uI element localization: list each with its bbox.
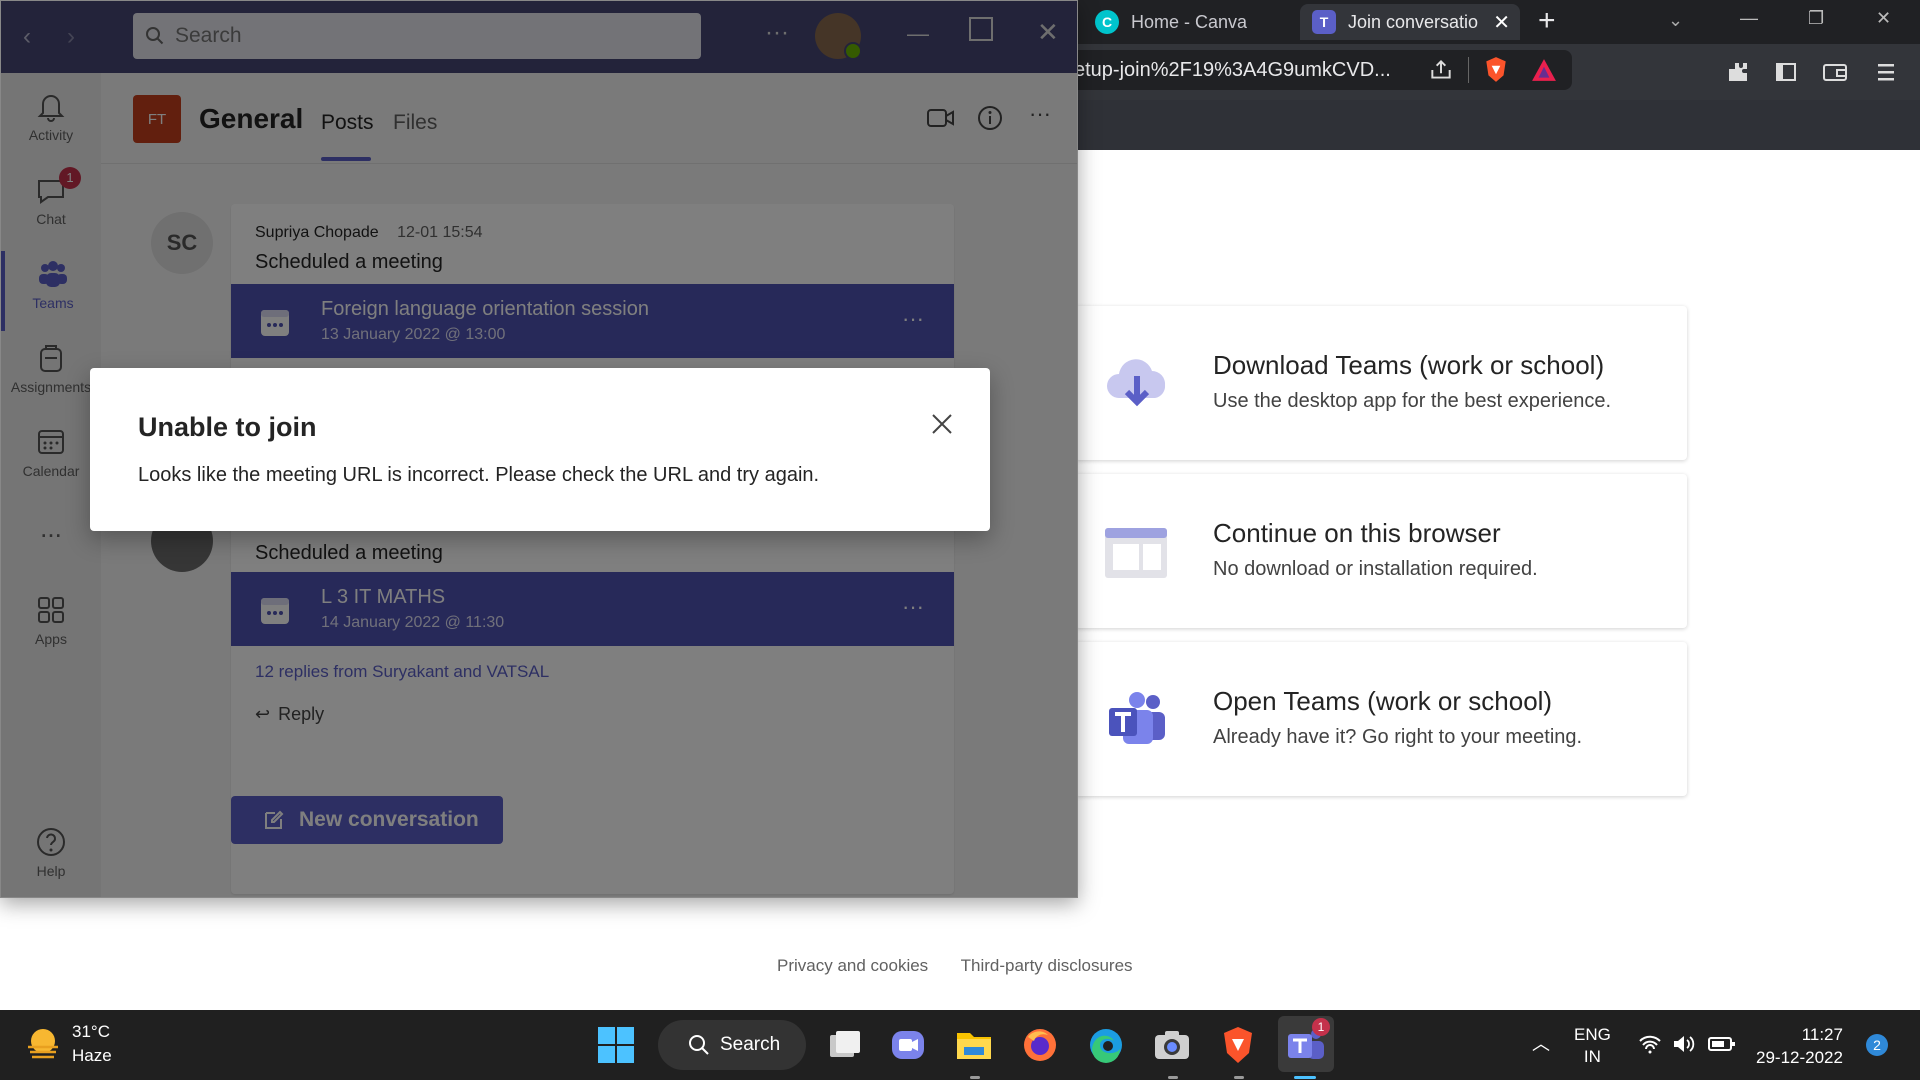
close-icon[interactable]: ✕ bbox=[1876, 8, 1891, 29]
url-text[interactable]: etup-join%2F19%3A4G9umkCVD... bbox=[1070, 59, 1414, 82]
clock[interactable]: 11:27 29-12-2022 bbox=[1756, 1023, 1843, 1069]
minimize-icon[interactable]: — bbox=[1740, 8, 1758, 29]
sidebar-icon[interactable] bbox=[1774, 60, 1798, 84]
language-indicator[interactable]: ENG IN bbox=[1574, 1024, 1611, 1068]
tab-title: Join conversatio bbox=[1348, 11, 1479, 32]
taskbar-search[interactable]: Search bbox=[658, 1020, 806, 1070]
tray-overflow-chevron-icon[interactable]: ︿ bbox=[1532, 1030, 1550, 1056]
taskbar-search-label: Search bbox=[720, 1034, 781, 1055]
teams-badge: 1 bbox=[1312, 1018, 1330, 1036]
wifi-icon[interactable] bbox=[1638, 1034, 1662, 1054]
taskbar: 31°C Haze Search 1 ︿ ENG IN 11:27 29-12-… bbox=[0, 1010, 1920, 1080]
edge-icon[interactable] bbox=[1086, 1025, 1126, 1065]
menu-icon[interactable] bbox=[1876, 60, 1896, 84]
card-subtitle: Use the desktop app for the best experie… bbox=[1213, 390, 1612, 412]
brave-rewards-icon[interactable] bbox=[1531, 58, 1557, 82]
restore-icon[interactable]: ❐ bbox=[1808, 8, 1824, 29]
file-explorer-icon[interactable] bbox=[954, 1025, 994, 1065]
dialog-title: Unable to join bbox=[138, 412, 317, 442]
privacy-link[interactable]: Privacy and cookies bbox=[777, 956, 928, 975]
toolbar-divider bbox=[1468, 57, 1469, 83]
canva-icon: C bbox=[1095, 10, 1119, 34]
card-title: Open Teams (work or school) bbox=[1213, 686, 1553, 716]
running-indicator bbox=[970, 1076, 980, 1079]
tab-home-canva[interactable]: C Home - Canva bbox=[1095, 4, 1295, 40]
search-icon bbox=[689, 1035, 709, 1055]
error-dialog: Unable to join Looks like the meeting UR… bbox=[90, 368, 990, 531]
footer-links: Privacy and cookies Third-party disclosu… bbox=[777, 956, 1161, 976]
task-view-icon[interactable] bbox=[824, 1025, 864, 1065]
running-indicator bbox=[1168, 1076, 1178, 1079]
clock-date: 29-12-2022 bbox=[1756, 1048, 1843, 1067]
tab-join-conversation[interactable]: T Join conversatio ✕ bbox=[1300, 4, 1520, 40]
share-icon[interactable] bbox=[1428, 57, 1454, 83]
clock-time: 11:27 bbox=[1801, 1025, 1843, 1044]
card-subtitle: Already have it? Go right to your meetin… bbox=[1213, 726, 1583, 748]
active-indicator bbox=[1294, 1076, 1316, 1079]
windows-start-icon[interactable] bbox=[596, 1025, 636, 1065]
weather-temp: 31°C bbox=[72, 1022, 110, 1041]
teams-logo-icon bbox=[1109, 692, 1165, 744]
dialog-message: Looks like the meeting URL is incorrect.… bbox=[138, 464, 820, 486]
tab-search-chevron-icon[interactable]: ⌄ bbox=[1668, 10, 1683, 31]
haze-sun-icon bbox=[28, 1029, 58, 1059]
teams-taskbar-button[interactable]: 1 bbox=[1278, 1016, 1334, 1072]
teams-icon: T bbox=[1312, 10, 1336, 34]
extensions-icon[interactable] bbox=[1726, 60, 1750, 84]
weather-widget[interactable]: 31°C Haze bbox=[24, 1020, 112, 1068]
card-title: Download Teams (work or school) bbox=[1213, 350, 1605, 380]
close-icon[interactable] bbox=[930, 412, 954, 436]
browser-window-icon bbox=[1105, 528, 1167, 578]
download-teams-card[interactable]: Download Teams (work or school) Use the … bbox=[1075, 306, 1687, 460]
cloud-download-icon bbox=[1107, 359, 1166, 407]
firefox-icon[interactable] bbox=[1020, 1025, 1060, 1065]
brave-shield-icon[interactable] bbox=[1483, 56, 1509, 84]
card-subtitle: No download or installation required. bbox=[1213, 558, 1538, 580]
address-bar[interactable]: etup-join%2F19%3A4G9umkCVD... bbox=[1070, 50, 1572, 90]
brave-icon[interactable] bbox=[1218, 1025, 1258, 1065]
weather-condition: Haze bbox=[72, 1046, 112, 1065]
close-tab-icon[interactable]: ✕ bbox=[1493, 10, 1510, 35]
continue-browser-card[interactable]: Continue on this browser No download or … bbox=[1075, 474, 1687, 628]
teams-chat-icon[interactable] bbox=[888, 1025, 928, 1065]
battery-icon[interactable] bbox=[1708, 1034, 1736, 1054]
open-teams-card[interactable]: Open Teams (work or school) Already have… bbox=[1075, 642, 1687, 796]
new-tab-button[interactable]: + bbox=[1538, 4, 1556, 38]
tab-title: Home - Canva bbox=[1131, 11, 1248, 32]
volume-icon[interactable] bbox=[1672, 1034, 1696, 1054]
region-code: IN bbox=[1583, 1047, 1601, 1066]
third-party-link[interactable]: Third-party disclosures bbox=[961, 956, 1133, 975]
card-title: Continue on this browser bbox=[1213, 518, 1501, 548]
wallet-icon[interactable] bbox=[1822, 60, 1848, 84]
lang-code: ENG bbox=[1574, 1025, 1611, 1044]
running-indicator bbox=[1234, 1076, 1244, 1079]
camera-icon[interactable] bbox=[1152, 1025, 1192, 1065]
notification-badge[interactable]: 2 bbox=[1866, 1034, 1888, 1056]
